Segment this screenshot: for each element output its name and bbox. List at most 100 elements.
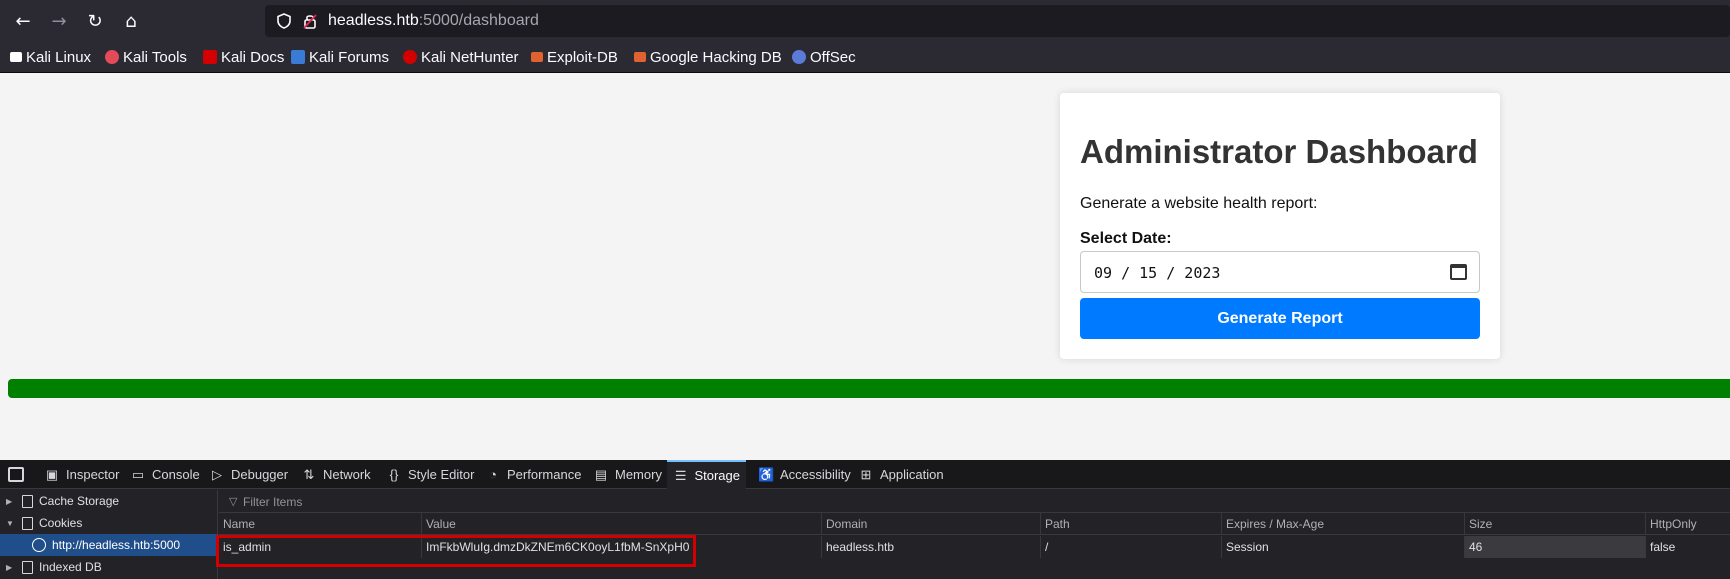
cell-expires[interactable]: Session <box>1221 536 1464 558</box>
performance-icon: ◔ <box>489 467 497 482</box>
debugger-icon: ▷ <box>212 466 222 482</box>
tab-inspector[interactable]: ▣ Inspector <box>40 460 123 489</box>
bookmark-label: Kali Linux <box>26 48 92 66</box>
globe-icon <box>32 538 46 552</box>
shield-icon[interactable] <box>275 12 293 30</box>
bookmark-kali-tools[interactable]: Kali Tools <box>105 47 187 67</box>
bookmark-label: Kali NetHunter <box>421 48 519 66</box>
kali-docs-icon <box>203 50 217 64</box>
url-path: :5000/dashboard <box>418 12 539 29</box>
column-header-domain[interactable]: Domain <box>821 513 1040 535</box>
date-label: Select Date: <box>1080 230 1172 247</box>
date-value: 09 / 15 / 2023 <box>1094 264 1221 282</box>
tab-network[interactable]: ⇅ Network <box>297 460 375 489</box>
bookmark-label: Exploit-DB <box>547 48 618 66</box>
tab-label: Inspector <box>66 467 120 482</box>
bookmarks-bar: Kali Linux Kali Tools Kali Docs Kali For… <box>0 42 1730 73</box>
bookmark-offsec[interactable]: OffSec <box>792 47 856 67</box>
tab-label: Console <box>152 467 200 482</box>
calendar-icon[interactable] <box>1450 264 1467 280</box>
sidebar-item-label: http://headless.htb:5000 <box>52 538 181 552</box>
column-header-expires[interactable]: Expires / Max-Age <box>1221 513 1464 535</box>
database-icon <box>22 494 33 508</box>
cell-domain[interactable]: headless.htb <box>821 536 1040 558</box>
element-picker-icon[interactable] <box>8 467 24 482</box>
back-arrow-icon[interactable]: ← <box>10 9 36 35</box>
page-title: Administrator Dashboard <box>1080 133 1478 170</box>
url-bar[interactable]: headless.htb:5000/dashboard <box>265 5 1730 37</box>
sidebar-item-indexed-db[interactable]: ▶ Indexed DB <box>0 556 218 578</box>
column-header-value[interactable]: Value <box>421 513 821 535</box>
tab-console[interactable]: ▭ Console <box>126 460 204 489</box>
kali-nethunter-icon <box>403 50 417 64</box>
cell-size[interactable]: 46 <box>1464 536 1645 558</box>
filter-bar[interactable]: ▽ Filter Items <box>219 490 1730 513</box>
bookmark-google-hacking-db[interactable]: Google Hacking DB <box>634 47 782 67</box>
database-icon <box>22 560 33 574</box>
page-description: Generate a website health report: <box>1080 195 1318 212</box>
table-header: Name Value Domain Path Expires / Max-Age… <box>219 513 1730 535</box>
bookmark-exploit-db[interactable]: Exploit-DB <box>531 47 618 67</box>
tab-label: Application <box>880 467 944 482</box>
column-header-size[interactable]: Size <box>1464 513 1645 535</box>
tab-storage[interactable]: ☰ Storage <box>667 460 746 489</box>
filter-input[interactable]: Filter Items <box>243 495 302 509</box>
bookmark-kali-nethunter[interactable]: Kali NetHunter <box>403 47 519 67</box>
expand-arrow-icon[interactable]: ▶ <box>6 497 16 506</box>
storage-icon: ☰ <box>674 467 687 483</box>
bookmark-label: Kali Forums <box>309 48 390 66</box>
column-header-name[interactable]: Name <box>219 513 421 535</box>
bookmark-kali-forums[interactable]: Kali Forums <box>291 47 389 67</box>
exploit-db-icon <box>531 52 543 62</box>
page-content: Administrator Dashboard Generate a websi… <box>0 73 1730 460</box>
date-input[interactable]: 09 / 15 / 2023 <box>1080 251 1480 293</box>
memory-icon: ▤ <box>594 466 608 482</box>
bookmark-label: Google Hacking DB <box>650 48 782 66</box>
kali-forums-icon <box>291 50 305 64</box>
kali-tools-icon <box>105 50 119 64</box>
tab-label: Debugger <box>231 467 289 482</box>
offsec-icon <box>792 50 806 64</box>
tab-memory[interactable]: ▤ Memory <box>589 460 666 489</box>
sidebar-item-cookies[interactable]: ▼ Cookies <box>0 512 218 534</box>
column-header-httponly[interactable]: HttpOnly <box>1645 513 1730 535</box>
url-host: headless.htb <box>328 12 419 29</box>
sidebar-item-label: Indexed DB <box>39 560 102 574</box>
bookmark-label: Kali Tools <box>123 48 187 66</box>
forward-arrow-icon[interactable]: → <box>46 9 72 35</box>
tab-debugger[interactable]: ▷ Debugger <box>205 460 292 489</box>
application-icon: ⊞ <box>860 466 872 482</box>
bookmark-label: Kali Docs <box>221 48 285 66</box>
lock-insecure-icon[interactable] <box>301 12 319 30</box>
url-text[interactable]: headless.htb:5000/dashboard <box>328 12 539 30</box>
column-header-path[interactable]: Path <box>1040 513 1221 535</box>
home-icon[interactable]: ⌂ <box>118 9 144 35</box>
sidebar-item-label: Cookies <box>39 516 83 530</box>
database-icon <box>22 516 33 530</box>
tab-performance[interactable]: ◔ Performance <box>481 460 585 489</box>
progress-bar <box>8 379 1730 398</box>
style-editor-icon: {} <box>389 467 399 482</box>
tab-label: Storage <box>694 468 740 483</box>
cell-httponly[interactable]: false <box>1645 536 1730 558</box>
bookmark-label: OffSec <box>810 48 856 66</box>
tab-application[interactable]: ⊞ Application <box>854 460 948 489</box>
reload-icon[interactable]: ↻ <box>82 9 108 35</box>
tab-accessibility[interactable]: ♿ Accessibility <box>754 460 855 489</box>
accessibility-icon: ♿ <box>758 466 775 482</box>
progress-fill <box>8 379 1730 398</box>
sidebar-item-cookie-host[interactable]: http://headless.htb:5000 <box>0 534 218 556</box>
filter-icon: ▽ <box>229 495 238 508</box>
collapse-arrow-icon[interactable]: ▼ <box>6 519 16 528</box>
bookmark-kali-docs[interactable]: Kali Docs <box>203 47 284 67</box>
expand-arrow-icon[interactable]: ▶ <box>6 563 16 572</box>
sidebar-item-cache-storage[interactable]: ▶ Cache Storage <box>0 490 218 512</box>
tab-label: Performance <box>507 467 582 482</box>
tab-style-editor[interactable]: {} Style Editor <box>382 460 478 489</box>
inspector-icon: ▣ <box>45 466 59 482</box>
cell-path[interactable]: / <box>1040 536 1221 558</box>
generate-report-button[interactable]: Generate Report <box>1080 298 1480 339</box>
bookmark-kali-linux[interactable]: Kali Linux <box>10 47 91 67</box>
storage-sidebar: ▶ Cache Storage ▼ Cookies http://headless.… <box>0 490 218 579</box>
tab-label: Style Editor <box>408 467 475 482</box>
